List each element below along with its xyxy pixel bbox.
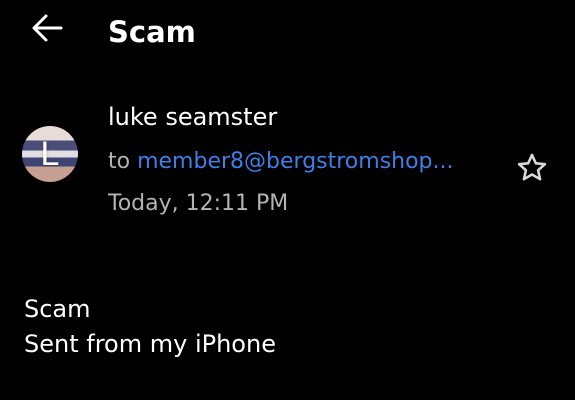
avatar[interactable]: L <box>22 126 78 182</box>
recipient-email[interactable]: member8@bergstromshop... <box>137 149 453 174</box>
email-detail-screen: Scam L luke seamster to member8@bergstro… <box>0 0 575 400</box>
page-title: Scam <box>108 15 196 49</box>
star-button[interactable] <box>512 148 552 188</box>
to-label: to <box>108 149 131 174</box>
email-timestamp: Today, 12:11 PM <box>108 191 289 216</box>
back-button[interactable] <box>22 8 72 48</box>
avatar-initial: L <box>40 134 60 173</box>
arrow-left-icon <box>32 14 63 42</box>
email-body-line: Scam <box>24 295 91 323</box>
recipient-row[interactable]: to member8@bergstromshop... <box>108 146 454 178</box>
email-body: Scam Sent from my iPhone <box>24 292 276 362</box>
sender-name: luke seamster <box>108 103 278 131</box>
star-outline-icon <box>517 153 547 181</box>
email-body-line: Sent from my iPhone <box>24 330 276 358</box>
